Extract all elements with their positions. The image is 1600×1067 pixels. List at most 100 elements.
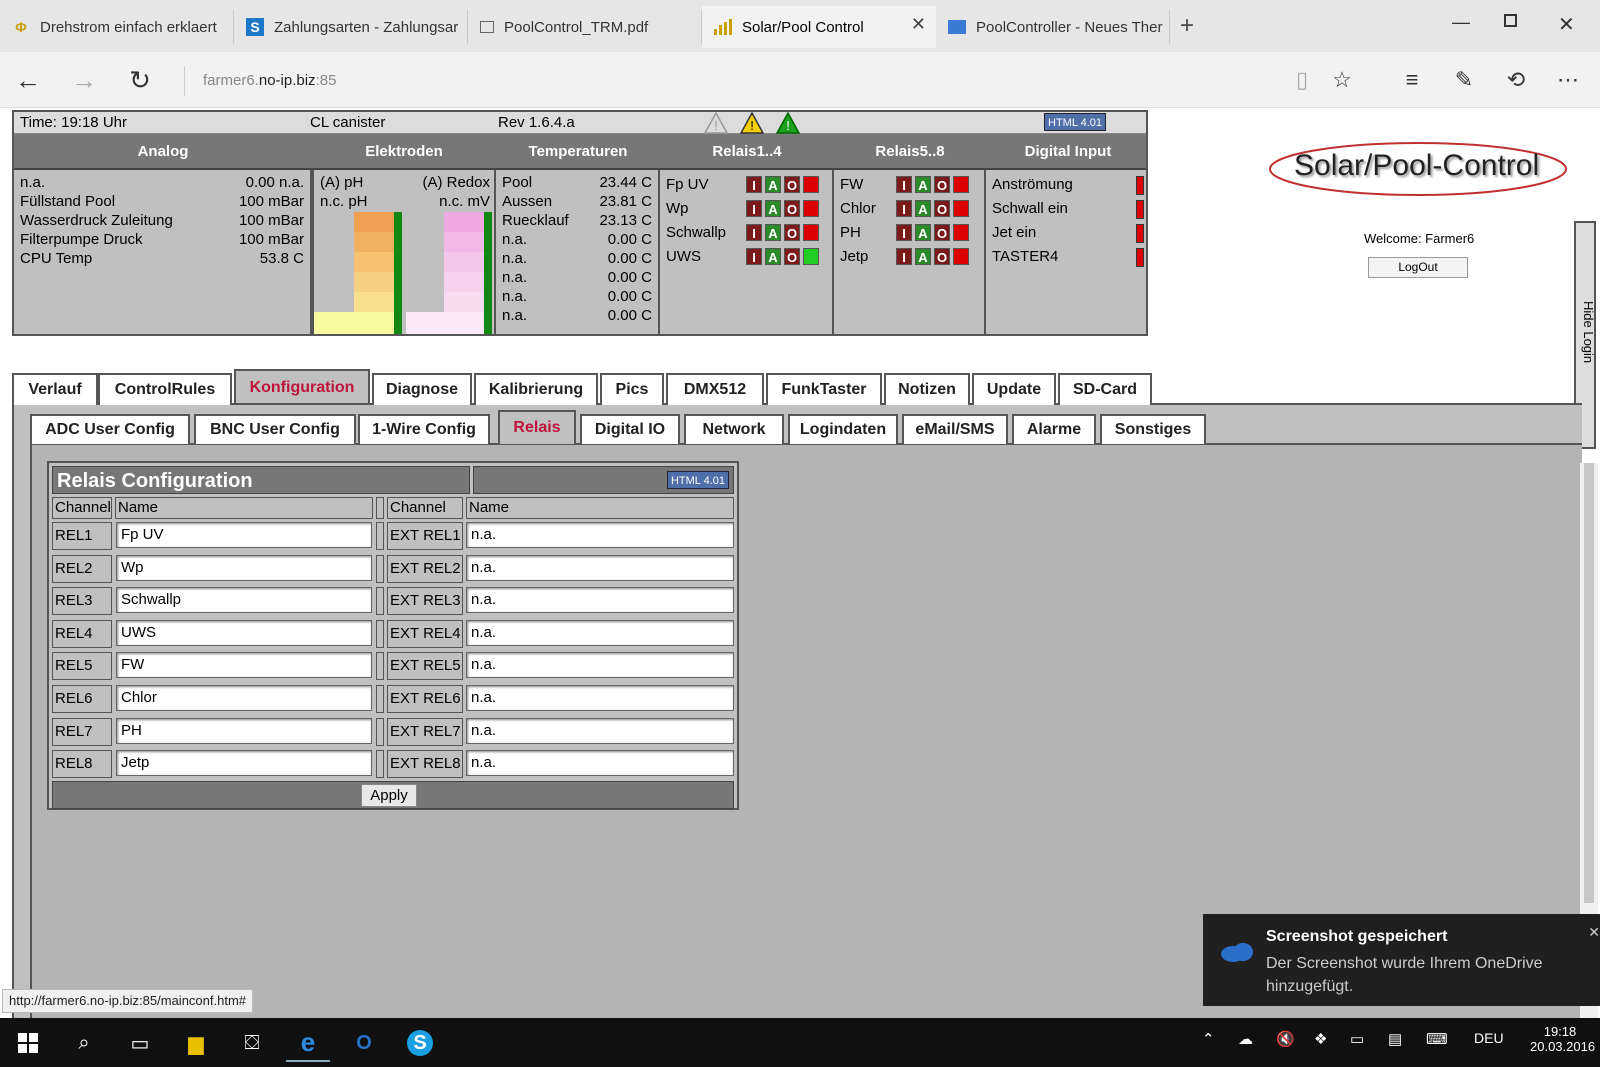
- web-note-icon[interactable]: ✎: [1448, 64, 1480, 96]
- relais-switch-button[interactable]: A: [765, 176, 781, 193]
- sub-tab[interactable]: 1-Wire Config: [358, 414, 490, 444]
- apply-button[interactable]: Apply: [361, 784, 417, 807]
- browser-tab[interactable]: S Zahlungsarten - Zahlungsar: [234, 10, 468, 44]
- relais-switch-button[interactable]: A: [915, 176, 931, 193]
- close-tab-icon[interactable]: ✕: [911, 14, 926, 35]
- minimize-icon[interactable]: —: [1452, 12, 1470, 33]
- main-tab[interactable]: Notizen: [884, 373, 970, 405]
- ext-relais-name-input[interactable]: n.a.: [466, 522, 734, 548]
- relais-switch-button[interactable]: O: [784, 248, 800, 265]
- main-tab[interactable]: Kalibrierung: [474, 373, 598, 405]
- ext-relais-name-input[interactable]: n.a.: [466, 587, 734, 614]
- restore-icon[interactable]: [1504, 14, 1517, 27]
- url-field[interactable]: farmer6.no-ip.biz:85: [184, 66, 336, 96]
- relais-switch-button[interactable]: A: [915, 248, 931, 265]
- main-tab[interactable]: FunkTaster: [766, 373, 882, 405]
- relais-switch-button[interactable]: I: [896, 200, 912, 217]
- relais-name-input[interactable]: UWS: [116, 619, 372, 646]
- keyboard-icon[interactable]: ⌨: [1426, 1030, 1448, 1048]
- main-tab[interactable]: Diagnose: [372, 373, 472, 405]
- relais-switch-button[interactable]: I: [896, 248, 912, 265]
- main-tab[interactable]: Verlauf: [12, 373, 98, 405]
- show-hidden-icons-icon[interactable]: ⌃: [1202, 1030, 1215, 1048]
- notification-toast[interactable]: Screenshot gespeichert Der Screenshot wu…: [1203, 914, 1600, 1006]
- relais-switch-button[interactable]: A: [765, 224, 781, 241]
- relais-switch-button[interactable]: A: [915, 224, 931, 241]
- sub-tab[interactable]: ADC User Config: [30, 414, 190, 444]
- relais-switch-button[interactable]: I: [896, 224, 912, 241]
- sub-tab[interactable]: Logindaten: [788, 414, 898, 444]
- windows-start-icon[interactable]: [6, 1024, 50, 1062]
- sub-tab[interactable]: Network: [684, 414, 784, 444]
- relais-switch-button[interactable]: A: [915, 200, 931, 217]
- relais-switch-button[interactable]: O: [934, 200, 950, 217]
- relais-name-input[interactable]: Schwallp: [116, 587, 372, 614]
- toast-close-icon[interactable]: ✕: [1588, 924, 1600, 941]
- close-window-icon[interactable]: ✕: [1558, 12, 1575, 37]
- relais-name-input[interactable]: Wp: [116, 554, 372, 581]
- relais-switch-button[interactable]: I: [746, 176, 762, 193]
- relais-switch-button[interactable]: I: [746, 200, 762, 217]
- ext-relais-name-input[interactable]: n.a.: [466, 717, 734, 744]
- hub-icon[interactable]: ≡: [1396, 64, 1428, 96]
- logout-button[interactable]: LogOut: [1368, 257, 1468, 278]
- share-icon[interactable]: ⟲: [1500, 64, 1532, 96]
- sub-tab[interactable]: Alarme: [1012, 414, 1096, 444]
- relais-switch-button[interactable]: O: [784, 224, 800, 241]
- sub-tab[interactable]: eMail/SMS: [902, 414, 1008, 444]
- relais-switch-button[interactable]: O: [934, 176, 950, 193]
- main-tab[interactable]: Update: [972, 373, 1056, 405]
- store-icon[interactable]: ⛋: [230, 1024, 274, 1062]
- forward-icon[interactable]: →: [68, 64, 100, 96]
- ext-relais-name-input[interactable]: n.a.: [466, 750, 734, 777]
- relais-name-input[interactable]: Chlor: [116, 685, 372, 711]
- ext-relais-name-input[interactable]: n.a.: [466, 619, 734, 646]
- relais-switch-button[interactable]: O: [934, 248, 950, 265]
- onedrive-tray-icon[interactable]: ☁: [1238, 1030, 1253, 1048]
- relais-switch-button[interactable]: I: [896, 176, 912, 193]
- relais-name-input[interactable]: Fp UV: [116, 522, 372, 548]
- relais-switch-button[interactable]: O: [934, 224, 950, 241]
- search-icon[interactable]: ⌕: [62, 1024, 106, 1062]
- reading-view-icon[interactable]: ▯: [1286, 64, 1318, 96]
- browser-tab[interactable]: Φ Drehstrom einfach erklaert: [0, 10, 234, 44]
- relais-name-input[interactable]: PH: [116, 717, 372, 744]
- main-tab[interactable]: SD-Card: [1058, 373, 1152, 405]
- scrollbar-thumb[interactable]: [1584, 463, 1594, 903]
- relais-switch-button[interactable]: O: [784, 176, 800, 193]
- favorite-star-icon[interactable]: ☆: [1326, 64, 1358, 96]
- file-explorer-icon[interactable]: ▆: [174, 1024, 218, 1062]
- relais-name-input[interactable]: Jetp: [116, 750, 372, 777]
- relais-name-input[interactable]: FW: [116, 652, 372, 679]
- more-icon[interactable]: ⋯: [1552, 64, 1584, 96]
- clock[interactable]: 19:18 20.03.2016: [1530, 1024, 1595, 1054]
- main-tab[interactable]: DMX512: [666, 373, 764, 405]
- language-indicator[interactable]: DEU: [1474, 1030, 1504, 1046]
- dropbox-icon[interactable]: ❖: [1314, 1030, 1327, 1048]
- relais-switch-button[interactable]: A: [765, 248, 781, 265]
- browser-tab-active[interactable]: Solar/Pool Control ✕: [702, 6, 936, 48]
- main-tab[interactable]: Konfiguration: [234, 369, 370, 403]
- relais-switch-button[interactable]: I: [746, 248, 762, 265]
- ext-relais-name-input[interactable]: n.a.: [466, 652, 734, 679]
- sub-tab[interactable]: Digital IO: [580, 414, 680, 444]
- new-tab-icon[interactable]: +: [1180, 12, 1194, 40]
- main-tab[interactable]: Pics: [600, 373, 664, 405]
- task-view-icon[interactable]: ▭: [118, 1024, 162, 1062]
- edge-icon[interactable]: e: [286, 1024, 330, 1062]
- battery-icon[interactable]: ▭: [1350, 1030, 1364, 1048]
- volume-muted-icon[interactable]: 🔇: [1276, 1030, 1295, 1048]
- sub-tab[interactable]: Relais: [498, 410, 576, 444]
- relais-switch-button[interactable]: A: [765, 200, 781, 217]
- outlook-icon[interactable]: O: [342, 1024, 386, 1062]
- ext-relais-name-input[interactable]: n.a.: [466, 685, 734, 711]
- browser-tab[interactable]: PoolControl_TRM.pdf: [468, 10, 702, 44]
- relais-switch-button[interactable]: O: [784, 200, 800, 217]
- sub-tab[interactable]: Sonstiges: [1100, 414, 1206, 444]
- main-tab[interactable]: ControlRules: [98, 373, 232, 405]
- refresh-icon[interactable]: ↻: [124, 64, 156, 96]
- relais-switch-button[interactable]: I: [746, 224, 762, 241]
- back-icon[interactable]: ←: [12, 64, 44, 96]
- sub-tab[interactable]: BNC User Config: [194, 414, 356, 444]
- action-center-icon[interactable]: ▤: [1388, 1030, 1402, 1048]
